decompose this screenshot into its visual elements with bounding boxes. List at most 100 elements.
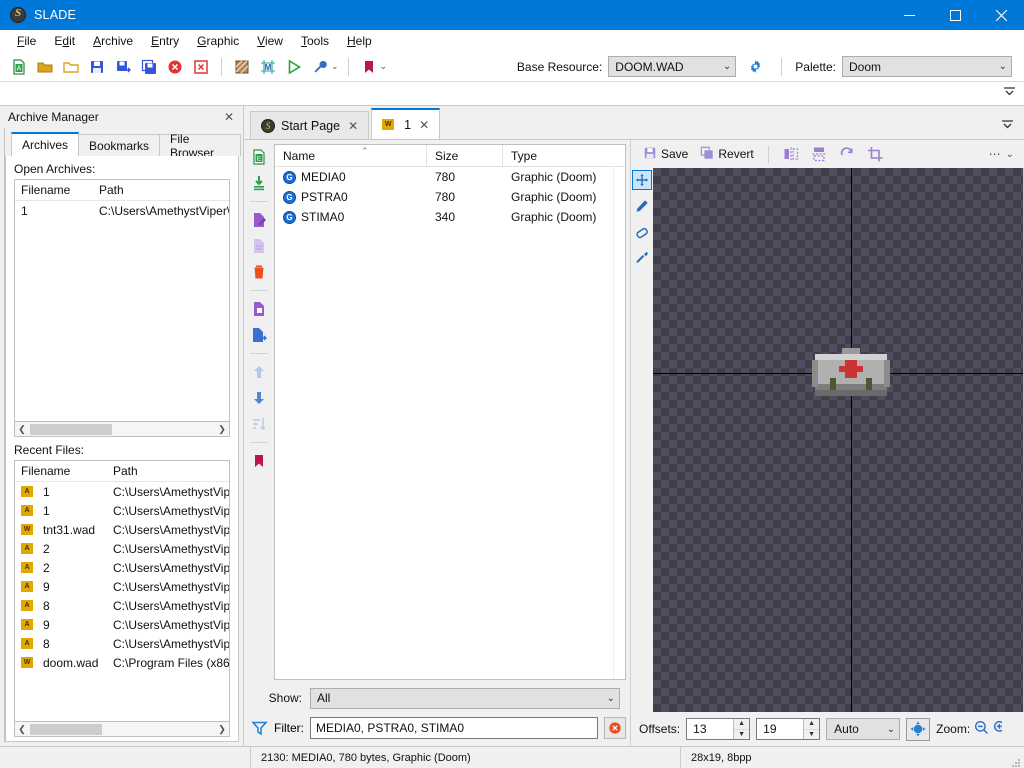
maximize-button[interactable]	[932, 0, 978, 30]
move-down-icon[interactable]	[248, 387, 270, 409]
palette-combo[interactable]: Doom ⌄	[842, 56, 1012, 77]
offset-y-value[interactable]: 19	[757, 719, 803, 739]
tab-file-browser[interactable]: File Browser	[159, 132, 241, 160]
rotate-icon[interactable]	[835, 144, 859, 164]
close-archive-icon[interactable]	[164, 56, 186, 78]
map-editor-icon[interactable]: M	[257, 56, 279, 78]
bookmarks-dropdown-icon[interactable]: ⌄	[380, 61, 388, 72]
bookmarks-icon[interactable]	[358, 56, 380, 78]
collapse-toolbar-icon[interactable]	[1003, 86, 1016, 100]
list-item[interactable]: A 2 C:\Users\AmethystVip	[15, 539, 229, 558]
open-directory-icon[interactable]	[60, 56, 82, 78]
save-button[interactable]: Save	[639, 144, 692, 165]
close-icon[interactable]: ✕	[419, 118, 429, 132]
list-item[interactable]: Wdoom.wad C:\Program Files (x86)	[15, 653, 229, 672]
menu-view[interactable]: View	[248, 32, 292, 50]
eraser-tool-icon[interactable]	[632, 222, 652, 242]
open-archive-icon[interactable]	[34, 56, 56, 78]
filter-input[interactable]: MEDIA0, PSTRA0, STIMA0	[310, 717, 598, 739]
close-button[interactable]	[978, 0, 1024, 30]
run-archive-icon[interactable]	[283, 56, 305, 78]
offset-type-combo[interactable]: Auto ⌄	[826, 718, 901, 740]
offset-x-stepper[interactable]: 13 ▲ ▼	[686, 718, 751, 740]
save-as-icon[interactable]	[112, 56, 134, 78]
tab-bookmarks[interactable]: Bookmarks	[78, 134, 161, 156]
minimize-button[interactable]	[886, 0, 932, 30]
delete-entry-icon[interactable]	[248, 261, 270, 283]
list-item[interactable]: A 1 C:\Users\AmethystVip	[15, 482, 229, 501]
clear-filter-icon[interactable]	[604, 717, 626, 739]
scroll-left-icon[interactable]: ❮	[15, 724, 29, 735]
rename-entry-icon[interactable]	[248, 209, 270, 231]
save-archive-icon[interactable]	[86, 56, 108, 78]
flip-icon[interactable]	[807, 144, 831, 164]
scrollbar-thumb[interactable]	[30, 423, 112, 435]
new-entry-icon[interactable]: E	[248, 146, 270, 168]
recent-files-hscrollbar[interactable]: ❮ ❯	[14, 722, 230, 737]
scroll-right-icon[interactable]: ❯	[215, 424, 229, 435]
gear-icon[interactable]	[744, 56, 766, 78]
close-icon[interactable]: ✕	[348, 119, 358, 133]
menu-help[interactable]: Help	[338, 32, 381, 50]
export-entry-as-icon[interactable]	[248, 324, 270, 346]
stepper-up-icon[interactable]: ▲	[804, 719, 819, 729]
recent-files-list[interactable]: Filename Path A 1 C:\Users\AmethystVip A 1 C:…	[14, 460, 230, 722]
stepper-up-icon[interactable]: ▲	[734, 719, 749, 729]
zoom-in-icon[interactable]	[993, 720, 1003, 738]
column-type[interactable]: Type	[503, 145, 625, 166]
zoom-out-icon[interactable]	[974, 720, 989, 738]
list-item[interactable]: A 2 C:\Users\AmethystVip	[15, 558, 229, 577]
tab-start-page[interactable]: S Start Page ✕	[250, 111, 370, 139]
save-all-icon[interactable]	[138, 56, 160, 78]
resize-grip-icon[interactable]	[1010, 747, 1024, 768]
tab-bar-collapse-icon[interactable]	[1001, 119, 1024, 139]
maintenance-dropdown-icon[interactable]: ⌄	[331, 61, 339, 72]
move-tool-icon[interactable]	[632, 170, 652, 190]
menu-entry[interactable]: Entry	[142, 32, 188, 50]
entry-list[interactable]: Name Size Type ⌃ MEDIA0 780 Graphic (Doom)…	[274, 144, 626, 680]
close-all-icon[interactable]	[190, 56, 212, 78]
scrollbar-thumb[interactable]	[30, 723, 102, 735]
table-row[interactable]: STIMA0 340 Graphic (Doom)	[275, 207, 613, 227]
scroll-right-icon[interactable]: ❯	[215, 724, 229, 735]
graphic-canvas[interactable]	[653, 168, 1024, 712]
list-item[interactable]: A 1 C:\Users\AmethystVip	[15, 501, 229, 520]
more-options-icon[interactable]: ⋯ ⌄	[989, 147, 1024, 161]
stepper-down-icon[interactable]: ▼	[804, 728, 820, 740]
list-item[interactable]: 1 C:\Users\AmethystViper\S	[15, 201, 229, 220]
mirror-icon[interactable]	[779, 144, 803, 164]
offset-x-value[interactable]: 13	[687, 719, 733, 739]
table-row[interactable]: MEDIA0 780 Graphic (Doom)	[275, 167, 613, 187]
menu-graphic[interactable]: Graphic	[188, 32, 248, 50]
pencil-tool-icon[interactable]	[632, 196, 652, 216]
menu-edit[interactable]: Edit	[45, 32, 84, 50]
column-name[interactable]: Name	[275, 145, 427, 166]
crop-icon[interactable]	[863, 144, 887, 164]
maintenance-icon[interactable]	[309, 56, 331, 78]
close-icon[interactable]: ✕	[221, 110, 237, 124]
rename-entry-each-icon[interactable]	[248, 235, 270, 257]
sort-entries-icon[interactable]	[248, 413, 270, 435]
list-item[interactable]: Wtnt31.wad C:\Users\AmethystVip	[15, 520, 229, 539]
move-up-icon[interactable]	[248, 361, 270, 383]
base-resource-combo[interactable]: DOOM.WAD ⌄	[608, 56, 737, 77]
new-archive-icon[interactable]: A	[8, 56, 30, 78]
menu-archive[interactable]: Archive	[84, 32, 142, 50]
open-archives-hscrollbar[interactable]: ❮ ❯	[14, 422, 230, 437]
column-size[interactable]: Size	[427, 145, 503, 166]
tab-archives[interactable]: Archives	[11, 132, 80, 156]
color-picker-tool-icon[interactable]	[632, 248, 652, 268]
scroll-left-icon[interactable]: ❮	[15, 424, 29, 435]
entry-list-scrollbar[interactable]	[613, 167, 625, 679]
open-archives-list[interactable]: Filename Path 1 C:\Users\AmethystViper\S	[14, 179, 230, 422]
import-entry-icon[interactable]	[248, 172, 270, 194]
tab-archive-1[interactable]: W 1 ✕	[371, 108, 441, 139]
texture-editor-icon[interactable]	[231, 56, 253, 78]
offset-mode-icon[interactable]	[906, 717, 931, 741]
list-item[interactable]: A 8 C:\Users\AmethystVip	[15, 596, 229, 615]
show-combo[interactable]: All ⌄	[310, 687, 620, 709]
export-entry-icon[interactable]	[248, 298, 270, 320]
menu-tools[interactable]: Tools	[292, 32, 338, 50]
offset-y-stepper[interactable]: 19 ▲ ▼	[756, 718, 821, 740]
list-item[interactable]: A 9 C:\Users\AmethystVip	[15, 615, 229, 634]
